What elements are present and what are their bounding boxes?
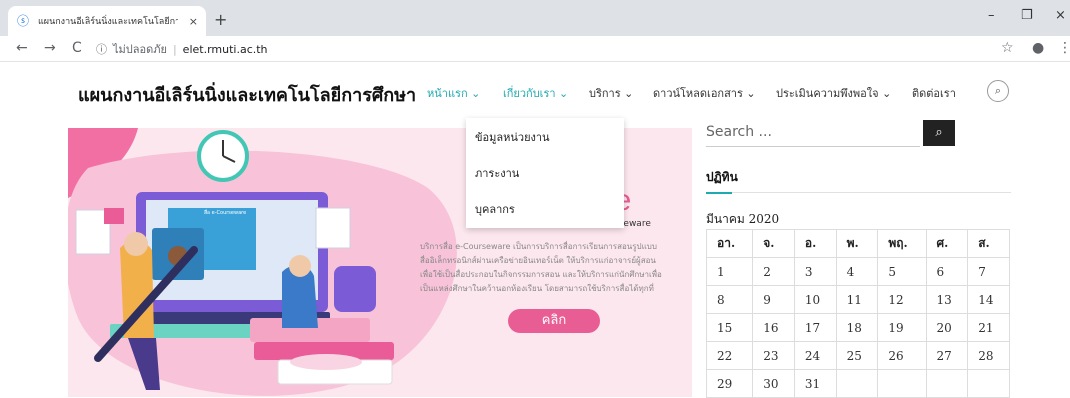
address-bar[interactable]: ⓘ ไม่ปลอดภัย | elet.rmuti.ac.th	[96, 39, 986, 59]
calendar-heading-underline	[706, 192, 732, 194]
forward-button[interactable]: →	[44, 40, 56, 56]
calendar-day: 13	[925, 285, 969, 314]
calendar-day: 21	[967, 313, 1010, 342]
about-dropdown-menu: ข้อมูลหน่วยงาน ภาระงาน บุคลากร	[466, 118, 624, 228]
calendar-table: อา. จ. อ. พ. พฤ. ศ. ส. 1 2 3 4 5 6 7 8 9…	[705, 229, 1010, 398]
profile-icon[interactable]: ●	[1032, 40, 1044, 56]
calendar-day: 7	[967, 257, 1010, 286]
weekday-wed: พ.	[835, 229, 879, 258]
weekday-sat: ส.	[967, 229, 1010, 258]
nav-contact[interactable]: ติดต่อเรา	[912, 84, 956, 102]
calendar-day: 12	[877, 285, 927, 314]
calendar-day	[967, 369, 1010, 398]
url-text: elet.rmuti.ac.th	[182, 42, 268, 56]
calendar-day: 20	[925, 313, 969, 342]
calendar-day: 24	[793, 341, 837, 370]
banner-click-button[interactable]: คลิก	[508, 309, 600, 333]
calendar-day	[925, 369, 969, 398]
nav-services[interactable]: บริการ ⌄	[589, 84, 633, 102]
dropdown-item-personnel[interactable]: บุคลากร	[475, 200, 515, 218]
calendar-day: 8	[705, 285, 754, 314]
window-close-button[interactable]: ×	[1055, 8, 1066, 23]
calendar-day: 15	[705, 313, 754, 342]
tab-close-icon[interactable]: ×	[189, 15, 198, 28]
calendar-day: 4	[835, 257, 879, 286]
calendar-day	[835, 369, 879, 398]
weekday-mon: จ.	[752, 229, 795, 258]
calendar-divider	[732, 192, 1011, 193]
calendar-day: 25	[835, 341, 879, 370]
calendar-week-row: 22 23 24 25 26 27 28	[705, 341, 1010, 370]
calendar-day: 17	[793, 313, 837, 342]
calendar-day: 14	[967, 285, 1010, 314]
site-favicon-icon: ⓢ	[16, 14, 29, 28]
calendar-day: 11	[835, 285, 879, 314]
calendar-day: 22	[705, 341, 754, 370]
calendar-caption: มีนาคม 2020	[706, 212, 780, 226]
calendar-heading: ปฏิทิน	[706, 170, 738, 184]
sidebar-search-button[interactable]: ⌕	[923, 120, 955, 146]
calendar-week-row: 8 9 10 11 12 13 14	[705, 285, 1010, 314]
weekday-sun: อา.	[705, 229, 754, 258]
calendar-day: 27	[925, 341, 969, 370]
calendar-day: 31	[793, 369, 837, 398]
bookmark-star-icon[interactable]: ☆	[1001, 40, 1014, 56]
browser-toolbar: ← → C ⓘ ไม่ปลอดภัย | elet.rmuti.ac.th ☆ …	[0, 36, 1070, 62]
nav-downloads[interactable]: ดาวน์โหลดเอกสาร ⌄	[653, 84, 756, 102]
calendar-day: 29	[705, 369, 754, 398]
calendar-day: 3	[793, 257, 837, 286]
calendar-day: 23	[752, 341, 795, 370]
weekday-tue: อ.	[793, 229, 837, 258]
dropdown-item-workload[interactable]: ภาระงาน	[475, 164, 519, 182]
calendar-day: 16	[752, 313, 795, 342]
calendar-day: 5	[877, 257, 927, 286]
site-info-icon[interactable]: ⓘ	[96, 41, 107, 57]
new-tab-button[interactable]: +	[214, 10, 227, 29]
calendar-day: 2	[752, 257, 795, 286]
not-secure-label: ไม่ปลอดภัย	[113, 43, 167, 56]
calendar-day: 18	[835, 313, 879, 342]
search-icon[interactable]: ⌕	[987, 80, 1009, 102]
calendar-day: 10	[793, 285, 837, 314]
calendar-day: 6	[925, 257, 969, 286]
weekday-fri: ศ.	[925, 229, 969, 258]
calendar-day	[877, 369, 927, 398]
banner-body-2: สื่ออิเล็กทรอนิกส์ผ่านเครือข่ายอินเทอร์เ…	[420, 256, 656, 265]
nav-about[interactable]: เกี่ยวกับเรา ⌄	[503, 84, 568, 102]
calendar-week-row: 1 2 3 4 5 6 7	[705, 257, 1010, 286]
banner-body-4: เป็นแหล่งศึกษาในคว้านอกห้องเรียน โดยสามา…	[420, 284, 654, 293]
dropdown-item-department-info[interactable]: ข้อมูลหน่วยงาน	[475, 128, 550, 146]
site-title[interactable]: แผนกงานอีเลิร์นนิ่งและเทคโนโลยีการศึกษา	[78, 80, 416, 109]
calendar-header-row: อา. จ. อ. พ. พฤ. ศ. ส.	[705, 229, 1010, 258]
calendar-day: 30	[752, 369, 795, 398]
calendar-day: 1	[705, 257, 754, 286]
screen-caption: สื่อ e-Courseware	[204, 209, 246, 216]
calendar-week-row: 15 16 17 18 19 20 21	[705, 313, 1010, 342]
minimize-button[interactable]: –	[988, 8, 995, 23]
browser-tab-bar: ⓢ แผนกงานอีเลิร์นนิ่งและเทคโนโลยีการศึกษ…	[0, 0, 1070, 36]
nav-home[interactable]: หน้าแรก ⌄	[427, 84, 480, 102]
sidebar-search-input[interactable]: Search ...	[706, 120, 920, 147]
nav-satisfaction[interactable]: ประเมินความพึงพอใจ ⌄	[776, 84, 891, 102]
calendar-day: 26	[877, 341, 927, 370]
tab-title: แผนกงานอีเลิร์นนิ่งและเทคโนโลยีการศึกษา	[38, 17, 178, 27]
banner-body-3: เพื่อใช้เป็นสื่อประกอบในกิจกรรมการสอน แล…	[420, 270, 662, 279]
more-menu-icon[interactable]: ⋮	[1058, 40, 1070, 56]
calendar-day: 19	[877, 313, 927, 342]
banner-body-1: บริการสื่อ e-Courseware เป็นการบริการสื่…	[420, 242, 657, 251]
calendar-day: 9	[752, 285, 795, 314]
weekday-thu: พฤ.	[877, 229, 927, 258]
back-button[interactable]: ←	[16, 40, 28, 56]
url-separator: |	[172, 42, 177, 56]
calendar-day: 28	[967, 341, 1010, 370]
maximize-button[interactable]: ❐	[1021, 8, 1033, 23]
reload-button[interactable]: C	[72, 40, 82, 56]
browser-tab[interactable]: ⓢ แผนกงานอีเลิร์นนิ่งและเทคโนโลยีการศึกษ…	[8, 6, 206, 36]
calendar-week-row: 29 30 31	[705, 369, 1010, 398]
